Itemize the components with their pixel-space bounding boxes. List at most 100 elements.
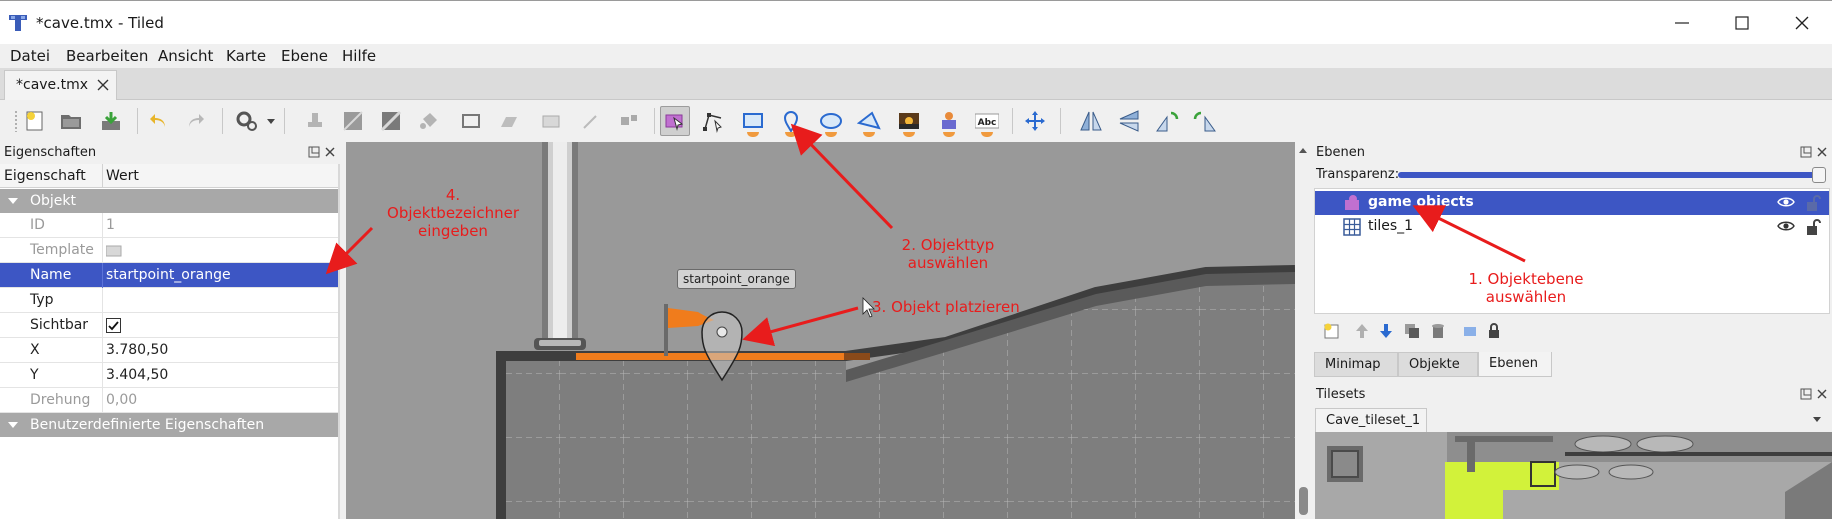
property-row-y[interactable]: Y 3.404,50 — [0, 363, 340, 388]
insert-point-button[interactable] — [776, 106, 806, 137]
chevron-down-icon[interactable] — [1812, 416, 1822, 424]
move-layer-down-icon[interactable] — [1376, 321, 1396, 341]
rotate-left-button[interactable] — [1152, 106, 1182, 136]
toolbar-grip[interactable] — [14, 110, 18, 132]
menu-hilfe[interactable]: Hilfe — [342, 47, 376, 65]
eraser-icon — [501, 117, 517, 127]
property-row-sichtbar[interactable]: Sichtbar — [0, 313, 340, 338]
flip-horizontal-icon — [1080, 111, 1102, 131]
chevron-down-icon[interactable] — [266, 118, 276, 126]
bucket-fill-button[interactable] — [414, 106, 444, 136]
insert-rectangle-button[interactable] — [738, 106, 768, 137]
menu-datei[interactable]: Datei — [10, 47, 50, 65]
float-panel-icon[interactable] — [1800, 388, 1812, 400]
column-value[interactable]: Wert — [106, 168, 139, 184]
shape-fill-button[interactable] — [456, 106, 486, 136]
layer-item-game-objects[interactable]: game objects — [1315, 191, 1829, 215]
scroll-thumb[interactable] — [1299, 487, 1308, 515]
stamp-brush-button[interactable] — [300, 106, 330, 136]
tool-indicator — [903, 132, 915, 137]
select-same-tile-button[interactable] — [614, 106, 644, 136]
world-tool-button[interactable] — [1020, 106, 1050, 136]
lock-icon[interactable] — [1805, 218, 1821, 236]
opacity-slider[interactable] — [1398, 172, 1822, 178]
canvas-vertical-scrollbar[interactable] — [1295, 142, 1312, 519]
group-custom-properties[interactable]: Benutzerdefinierte Eigenschaften — [0, 413, 340, 437]
layer-item-tiles-1[interactable]: tiles_1 — [1315, 215, 1829, 239]
flip-vertical-button[interactable] — [1114, 106, 1144, 136]
menu-ebene[interactable]: Ebene — [281, 47, 328, 65]
rect-select-button[interactable] — [536, 106, 566, 136]
tab-ebenen[interactable]: Ebenen — [1478, 352, 1552, 377]
opacity-row: Transparenz: — [1312, 164, 1832, 186]
scroll-up-arrow-icon[interactable] — [1299, 148, 1307, 153]
close-icon[interactable] — [1816, 388, 1828, 400]
property-row-drehung: Drehung 0,00 — [0, 388, 340, 413]
tab-objekte[interactable]: Objekte — [1398, 352, 1478, 377]
property-row-typ[interactable]: Typ — [0, 288, 340, 313]
eraser-button[interactable] — [494, 106, 524, 136]
new-layer-icon[interactable] — [1322, 321, 1342, 341]
panel-splitter[interactable] — [338, 164, 340, 519]
rotation-value-field: 0,00 — [106, 392, 138, 408]
lock-icon[interactable] — [1805, 194, 1821, 212]
visible-checkbox[interactable] — [106, 318, 121, 333]
select-objects-button[interactable] — [660, 106, 690, 136]
menu-karte[interactable]: Karte — [226, 47, 266, 65]
tab-label: Minimap — [1325, 357, 1381, 372]
menu-bearbeiten[interactable]: Bearbeiten — [66, 47, 148, 65]
duplicate-layer-icon[interactable] — [1402, 321, 1422, 341]
column-property[interactable]: Eigenschaft — [4, 168, 86, 184]
y-value-field[interactable]: 3.404,50 — [106, 367, 168, 383]
save-button[interactable] — [96, 106, 126, 136]
eye-icon[interactable] — [1777, 220, 1795, 232]
group-objekt[interactable]: Objekt — [0, 189, 340, 213]
tab-minimap[interactable]: Minimap — [1314, 352, 1398, 377]
x-value-field[interactable]: 3.780,50 — [106, 342, 168, 358]
terrain-brush-button[interactable] — [338, 106, 368, 136]
close-window-button[interactable] — [1780, 9, 1826, 37]
insert-tile-button[interactable] — [894, 106, 924, 137]
magic-wand-button[interactable] — [576, 106, 606, 136]
template-folder-icon[interactable] — [106, 244, 122, 257]
tile-slope — [1785, 462, 1832, 519]
close-icon[interactable] — [324, 146, 336, 158]
move-layer-up-icon[interactable] — [1352, 321, 1372, 341]
tileset-view[interactable] — [1315, 432, 1832, 519]
minimize-button[interactable] — [1660, 9, 1706, 37]
tile-platform — [1608, 464, 1654, 480]
orange-strip-end — [844, 353, 870, 360]
annotation-step4: 4. Objektbezeichner eingeben — [387, 186, 519, 240]
insert-template-button[interactable] — [934, 106, 964, 137]
close-icon[interactable] — [97, 79, 109, 91]
menu-ansicht[interactable]: Ansicht — [158, 47, 213, 65]
property-row-name[interactable]: Name startpoint_orange — [0, 263, 340, 288]
new-map-button[interactable] — [20, 106, 50, 136]
rotate-right-button[interactable] — [1190, 106, 1220, 136]
edit-polygons-button[interactable] — [698, 106, 728, 136]
layer-name: game objects — [1368, 194, 1474, 210]
insert-text-button[interactable]: Abc — [972, 106, 1002, 137]
insert-ellipse-button[interactable] — [816, 106, 846, 137]
commands-button[interactable] — [232, 106, 262, 136]
tab-cave-tmx[interactable]: *cave.tmx — [4, 70, 117, 100]
undo-button[interactable] — [144, 106, 174, 136]
redo-button[interactable] — [180, 106, 210, 136]
float-panel-icon[interactable] — [308, 146, 320, 158]
tab-cave-tileset-1[interactable]: Cave_tileset_1 — [1315, 408, 1427, 432]
maximize-button[interactable] — [1720, 9, 1766, 37]
flip-horizontal-button[interactable] — [1076, 106, 1106, 136]
open-button[interactable] — [56, 106, 86, 136]
name-value-field[interactable]: startpoint_orange — [106, 267, 231, 283]
close-icon[interactable] — [1816, 146, 1828, 158]
property-row-template[interactable]: Template — [0, 238, 340, 263]
eye-icon[interactable] — [1777, 196, 1795, 208]
lock-icon[interactable] — [1484, 321, 1504, 341]
delete-layer-icon[interactable] — [1428, 321, 1448, 341]
property-row-x[interactable]: X 3.780,50 — [0, 338, 340, 363]
show-other-layers-icon[interactable] — [1460, 321, 1480, 341]
wang-brush-button[interactable] — [376, 106, 406, 136]
float-panel-icon[interactable] — [1800, 146, 1812, 158]
opacity-slider-handle[interactable] — [1812, 167, 1826, 183]
insert-polygon-button[interactable] — [854, 106, 884, 137]
